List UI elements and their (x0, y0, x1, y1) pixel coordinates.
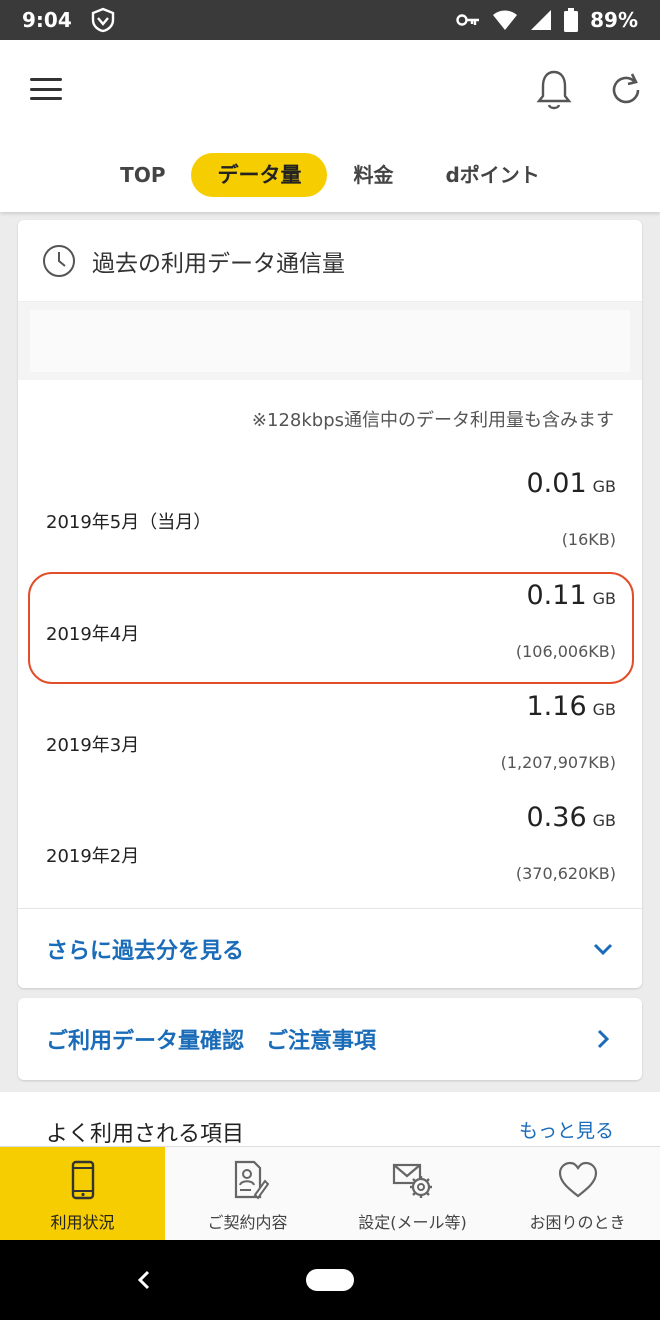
tab-top[interactable]: TOP (94, 153, 191, 197)
usage-amount: 1.16 GB (526, 691, 617, 722)
usage-row: 2019年5月（当月） 0.01 GB (16KB) (18, 460, 642, 570)
usage-row: 2019年3月 1.16 GB (1,207,907KB) (18, 683, 642, 793)
app-header: TOP データ量 料金 dポイント (0, 40, 660, 212)
nav-usage-status[interactable]: 利用状況 (0, 1147, 165, 1240)
usage-kb: (370,620KB) (515, 864, 616, 883)
mail-settings-icon (392, 1163, 432, 1198)
usage-amount: 0.01 GB (526, 468, 617, 499)
usage-amount: 0.36 GB (526, 802, 617, 833)
tab-d-point[interactable]: dポイント (419, 153, 565, 197)
bell-icon[interactable] (534, 68, 574, 112)
show-more-history-button[interactable]: さらに過去分を見る (18, 908, 642, 988)
nav-label: 利用状況 (50, 1213, 115, 1232)
cell-signal-icon (531, 10, 552, 30)
usage-row: 2019年2月 0.36 GB (370,620KB) (18, 794, 642, 904)
chevron-right-icon (597, 1029, 610, 1049)
usage-kb: (1,207,907KB) (500, 753, 616, 772)
refresh-icon[interactable] (606, 70, 646, 110)
nav-label: お困りのとき (529, 1213, 626, 1232)
usage-notice-link[interactable]: ご利用データ量確認 ご注意事項 (18, 998, 642, 1080)
contract-icon (234, 1160, 269, 1200)
highlight-outline (28, 572, 634, 684)
clock-icon (43, 244, 75, 277)
notice-label: ご利用データ量確認 ご注意事項 (46, 1029, 377, 1054)
usage-month: 2019年3月 (46, 735, 140, 756)
battery-percent: 89% (590, 8, 638, 32)
usage-month: 2019年5月（当月） (46, 512, 212, 533)
blank-banner-area (18, 302, 642, 380)
nav-settings-mail[interactable]: 設定(メール等) (330, 1147, 495, 1240)
home-pill[interactable] (306, 1269, 354, 1291)
vpn-shield-icon (91, 7, 114, 33)
heart-icon (558, 1161, 597, 1198)
card-title: 過去の利用データ通信量 (92, 250, 345, 277)
usage-kb: (16KB) (561, 530, 616, 549)
chevron-down-icon (593, 943, 613, 955)
tab-fee[interactable]: 料金 (327, 153, 419, 197)
nav-label: 設定(メール等) (358, 1213, 467, 1232)
bottom-nav: 利用状況 ご契約内容 設定(メール等) お困りのとき (0, 1146, 660, 1240)
nav-contract[interactable]: ご契約内容 (165, 1147, 330, 1240)
status-bar: 9:04 89% (0, 0, 660, 40)
frequent-items-section: よく利用される項目 もっと見る (0, 1092, 660, 1152)
menu-icon[interactable] (28, 74, 64, 104)
usage-month: 2019年2月 (46, 846, 140, 867)
see-more-link[interactable]: もっと見る (519, 1116, 614, 1143)
frequent-title: よく利用される項目 (46, 1122, 245, 1147)
phone-icon (71, 1160, 94, 1200)
battery-icon (564, 8, 579, 32)
back-icon[interactable] (132, 1264, 156, 1296)
nav-label: ご契約内容 (207, 1213, 288, 1232)
wifi-icon (493, 10, 518, 30)
card-header: 過去の利用データ通信量 (18, 220, 642, 302)
tab-bar: TOP データ量 料金 dポイント (0, 152, 660, 198)
status-time: 9:04 (22, 8, 72, 32)
show-more-label: さらに過去分を見る (46, 938, 245, 964)
nav-help[interactable]: お困りのとき (495, 1147, 660, 1240)
kbps-note: ※128kbps通信中のデータ利用量も含みます (251, 410, 614, 431)
data-history-card: 過去の利用データ通信量 ※128kbps通信中のデータ利用量も含みます 2019… (18, 220, 642, 988)
tab-data-amount[interactable]: データ量 (191, 153, 328, 197)
system-nav-bar (0, 1240, 660, 1320)
key-icon (456, 14, 480, 26)
